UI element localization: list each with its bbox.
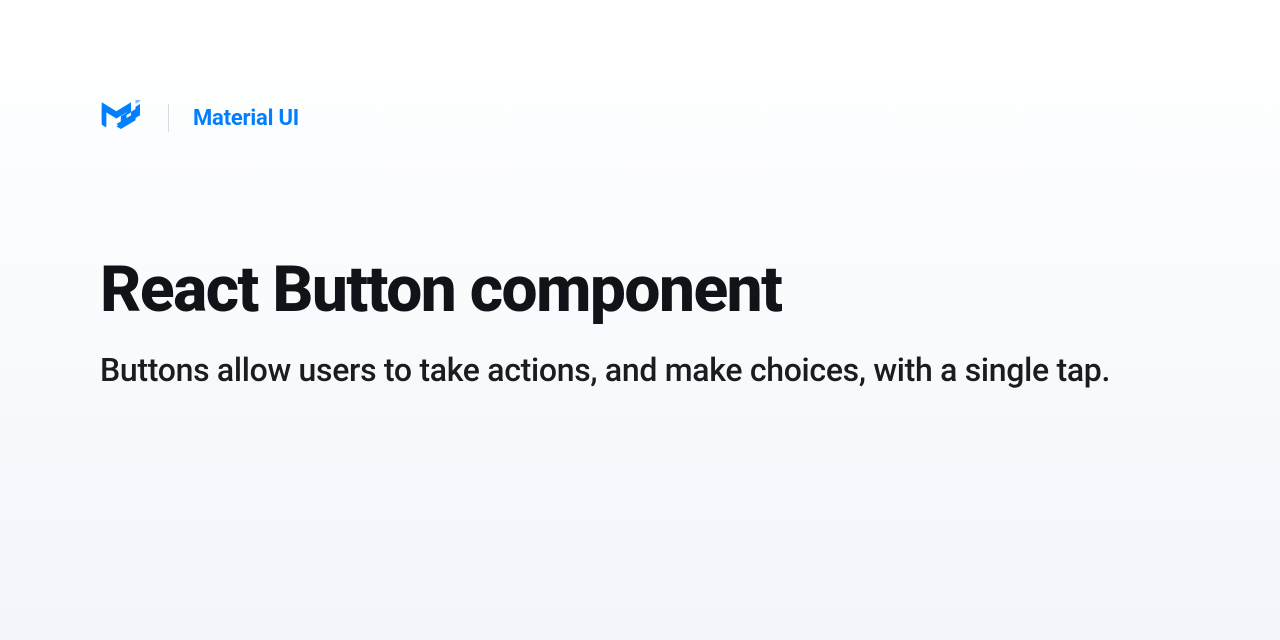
page-container: Material UI React Button component Butto… [0, 0, 1280, 394]
header-divider [168, 104, 169, 132]
page-title: React Button component [100, 256, 1180, 323]
header: Material UI [100, 100, 1180, 136]
product-name: Material UI [193, 106, 299, 131]
mui-logo-icon [100, 100, 144, 136]
page-subtitle: Buttons allow users to take actions, and… [100, 347, 1160, 393]
